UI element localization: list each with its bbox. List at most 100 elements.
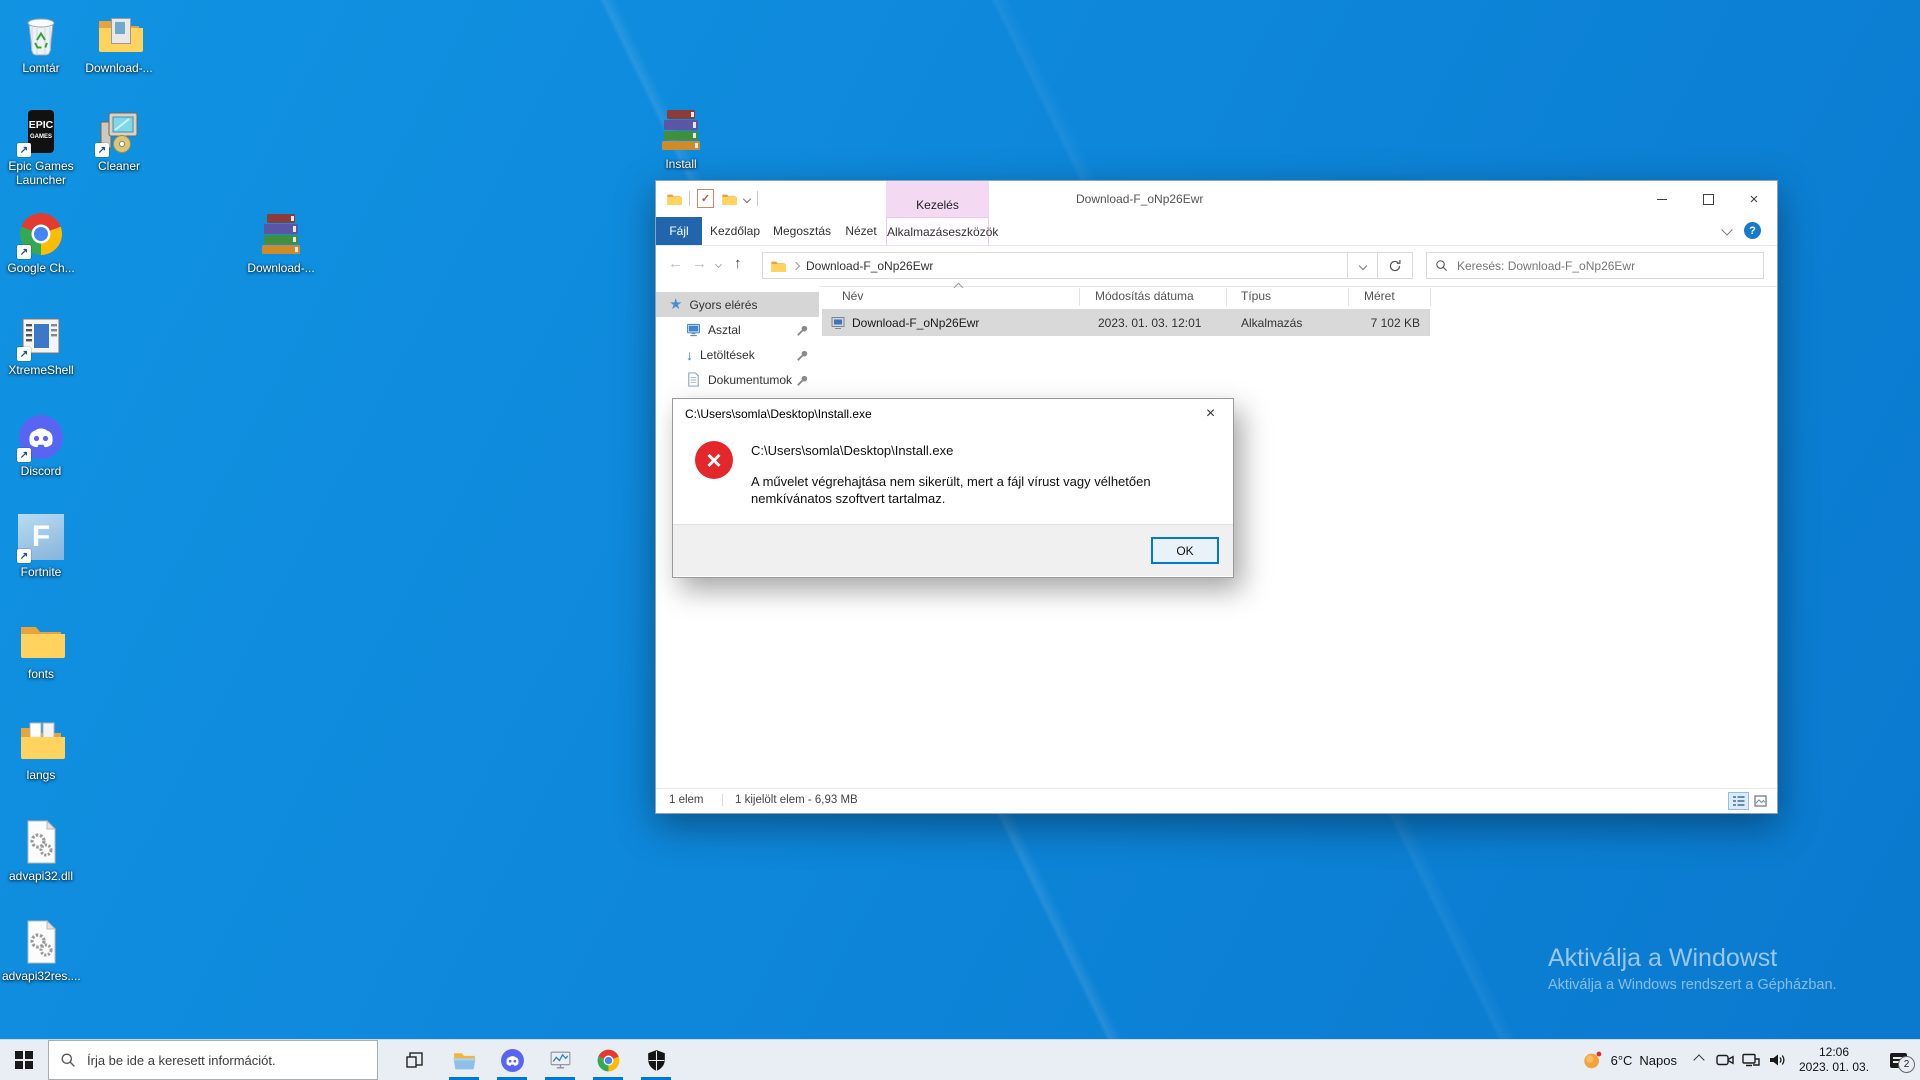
large-icons-view-button[interactable] xyxy=(1750,792,1771,810)
dialog-titlebar: C:\Users\somla\Desktop\Install.exe × xyxy=(673,399,1233,429)
desktop-icon-advapi32res[interactable]: advapi32res.... xyxy=(2,918,81,983)
desktop-icon-install[interactable]: Install xyxy=(642,106,720,171)
refresh-button[interactable] xyxy=(1378,252,1413,279)
breadcrumb-chevron-icon xyxy=(791,261,801,270)
clock[interactable]: 12:06 2023. 01. 03. xyxy=(1790,1040,1878,1080)
sort-ascending-icon xyxy=(953,282,964,293)
clock-date: 2023. 01. 03. xyxy=(1798,1060,1870,1074)
details-view-button[interactable] xyxy=(1728,792,1749,810)
start-button[interactable] xyxy=(0,1040,48,1080)
address-dropdown-button[interactable] xyxy=(1348,252,1378,279)
breadcrumb-path[interactable]: Download-F_oNp26Ewr xyxy=(806,259,933,273)
folder-icon[interactable] xyxy=(666,191,682,207)
new-folder-icon[interactable] xyxy=(721,191,737,207)
desktop-icon-label: langs xyxy=(26,768,56,782)
sidebar-item-quick-access[interactable]: ★ Gyors elérés xyxy=(656,292,819,317)
taskbar-task-manager[interactable] xyxy=(536,1040,584,1080)
column-header-name[interactable]: Név xyxy=(842,289,863,303)
window-title: Download-F_oNp26Ewr xyxy=(1076,192,1204,206)
taskbar-discord[interactable] xyxy=(488,1040,536,1080)
tab-application-tools[interactable]: Alkalmazáseszközök xyxy=(886,217,998,245)
column-headers: Név Módosítás dátuma Típus Méret xyxy=(819,282,1776,309)
desktop-icon-xtremeshell[interactable]: ↗ XtremeShell xyxy=(2,312,80,377)
weather-widget[interactable]: 6°C Napos xyxy=(1573,1040,1686,1080)
column-divider[interactable] xyxy=(1430,288,1431,306)
minimize-button[interactable] xyxy=(1639,181,1685,217)
tab-home[interactable]: Kezdőlap xyxy=(702,217,768,245)
sidebar-item-desktop[interactable]: Asztal xyxy=(656,317,819,342)
desktop-icon-download-archive[interactable]: Download-... xyxy=(242,210,320,275)
expand-ribbon-chevron-icon[interactable] xyxy=(1721,224,1733,236)
column-divider[interactable] xyxy=(1079,288,1080,306)
tab-file[interactable]: Fájl xyxy=(656,217,702,245)
taskbar-chrome[interactable] xyxy=(584,1040,632,1080)
explorer-search-box[interactable] xyxy=(1426,252,1764,279)
action-center-button[interactable]: 2 xyxy=(1878,1040,1918,1080)
column-header-date[interactable]: Módosítás dátuma xyxy=(1095,289,1194,303)
volume-button[interactable] xyxy=(1764,1040,1790,1080)
desktop-icon-fortnite[interactable]: F ↗ Fortnite xyxy=(2,514,80,579)
details-view-icon xyxy=(1733,796,1745,806)
recent-locations-chevron-icon[interactable] xyxy=(714,260,723,269)
column-header-size[interactable]: Méret xyxy=(1364,289,1395,303)
close-icon: × xyxy=(1749,190,1759,208)
desktop-icon-discord[interactable]: ↗ Discord xyxy=(2,413,80,478)
taskbar-defender[interactable] xyxy=(632,1040,680,1080)
desktop: Lomtár Download-... ↗ Epic Games Launche… xyxy=(0,0,1920,1080)
properties-icon[interactable]: ✓ xyxy=(697,189,714,208)
desktop-icon-label: XtremeShell xyxy=(8,363,74,377)
contextual-tab-header: Kezelés xyxy=(886,181,989,217)
minimize-icon xyxy=(1657,198,1667,200)
desktop-icon-langs[interactable]: langs xyxy=(2,717,80,782)
ok-button[interactable]: OK xyxy=(1151,537,1219,564)
address-bar[interactable]: Download-F_oNp26Ewr xyxy=(762,252,1348,279)
forward-button[interactable]: → xyxy=(692,256,707,271)
clock-time: 12:06 xyxy=(1818,1045,1850,1059)
window-controls: × xyxy=(1639,181,1777,217)
weather-temperature: 6°C xyxy=(1610,1052,1633,1068)
dll-file-icon xyxy=(17,818,65,866)
desktop-icon-recycle-bin[interactable]: Lomtár xyxy=(2,10,80,75)
ribbon-tab-row: Fájl Kezdőlap Megosztás Nézet Alkalmazás… xyxy=(656,217,1777,245)
search-icon xyxy=(60,1052,76,1068)
large-icons-view-icon xyxy=(1754,795,1767,807)
desktop-icon-epic-games[interactable]: ↗ Epic Games Launcher xyxy=(2,108,80,187)
meet-now-button[interactable] xyxy=(1712,1040,1738,1080)
maximize-button[interactable] xyxy=(1685,181,1731,217)
folder-with-files-icon xyxy=(17,717,65,765)
chevron-up-icon xyxy=(1693,1054,1705,1066)
windows-logo-icon xyxy=(15,1051,33,1069)
task-view-button[interactable] xyxy=(392,1040,436,1080)
close-button[interactable]: × xyxy=(1731,181,1777,217)
network-button[interactable] xyxy=(1738,1040,1764,1080)
file-row-selected[interactable]: Download-F_oNp26Ewr 2023. 01. 03. 12:01 … xyxy=(822,309,1430,336)
help-button[interactable]: ? xyxy=(1744,222,1761,239)
downloads-arrow-icon: ↓ xyxy=(686,346,693,363)
tab-view[interactable]: Nézet xyxy=(836,217,886,245)
taskbar-search-input[interactable] xyxy=(85,1051,377,1069)
taskbar-file-explorer[interactable] xyxy=(440,1040,488,1080)
tray-overflow-button[interactable] xyxy=(1686,1040,1712,1080)
qat-customize-chevron-icon[interactable] xyxy=(742,194,752,203)
desktop-icon-download-folder[interactable]: Download-... xyxy=(80,10,158,75)
desktop-icon-google-chrome[interactable]: ↗ Google Ch... xyxy=(2,210,80,275)
desktop-icon-fonts[interactable]: fonts xyxy=(2,616,80,681)
explorer-search-input[interactable] xyxy=(1455,257,1763,274)
sidebar-item-downloads[interactable]: ↓ Letöltések xyxy=(656,342,819,367)
sidebar-item-label: Dokumentumok xyxy=(708,372,793,387)
taskbar-search-box[interactable] xyxy=(48,1040,378,1080)
column-divider[interactable] xyxy=(1226,288,1227,306)
sidebar-item-documents[interactable]: Dokumentumok xyxy=(656,367,819,392)
dialog-close-button[interactable]: × xyxy=(1188,399,1233,429)
quick-access-star-icon: ★ xyxy=(669,296,683,313)
desktop-monitor-icon xyxy=(686,322,701,337)
tab-share[interactable]: Megosztás xyxy=(768,217,836,245)
desktop-icon-cleaner[interactable]: ↗ Cleaner xyxy=(80,108,158,173)
column-header-type[interactable]: Típus xyxy=(1241,289,1271,303)
discord-icon: ↗ xyxy=(17,413,65,462)
desktop-icon-advapi32-dll[interactable]: advapi32.dll xyxy=(2,818,80,883)
folder-icon xyxy=(17,616,65,664)
back-button[interactable]: ← xyxy=(668,256,683,271)
up-button[interactable]: ↑ xyxy=(734,256,742,271)
column-divider[interactable] xyxy=(1348,288,1349,306)
